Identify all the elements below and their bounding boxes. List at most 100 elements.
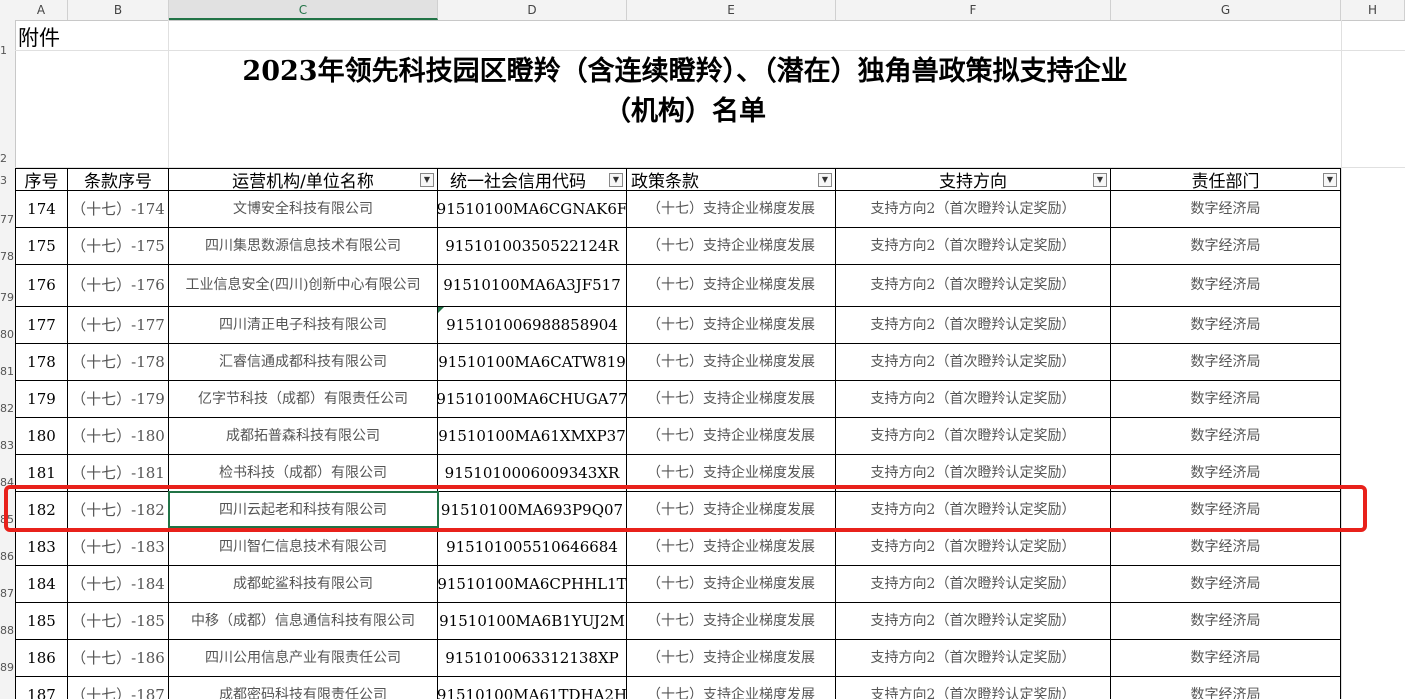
cell-org-name[interactable]: 中移（成都）信息通信科技有限公司 (169, 603, 438, 640)
column-header-g[interactable]: G (1111, 0, 1341, 20)
cell-department[interactable]: 数字经济局 (1111, 265, 1341, 307)
row-number[interactable]: 81 (0, 365, 15, 378)
column-header-c[interactable]: C (169, 0, 438, 20)
cell-credit-code[interactable]: 9151010063312138XP (438, 640, 627, 677)
cell-department[interactable]: 数字经济局 (1111, 418, 1341, 455)
cell-credit-code[interactable]: 91510100MA61XMXP37 (438, 418, 627, 455)
cell-department[interactable]: 数字经济局 (1111, 307, 1341, 344)
cell-policy-clause[interactable]: （十七）支持企业梯度发展 (627, 307, 836, 344)
cell-support-direction[interactable]: 支持方向2（首次瞪羚认定奖励） (836, 677, 1111, 699)
cell-clause-no[interactable]: （十七）-176 (68, 265, 169, 307)
header-policy-clause[interactable]: 政策条款 ▼ (627, 168, 836, 192)
cell-policy-clause[interactable]: （十七）支持企业梯度发展 (627, 228, 836, 265)
cell-support-direction[interactable]: 支持方向2（首次瞪羚认定奖励） (836, 529, 1111, 566)
cell-support-direction[interactable]: 支持方向2（首次瞪羚认定奖励） (836, 603, 1111, 640)
cell-support-direction[interactable]: 支持方向2（首次瞪羚认定奖励） (836, 228, 1111, 265)
cell-policy-clause[interactable]: （十七）支持企业梯度发展 (627, 603, 836, 640)
cell-policy-clause[interactable]: （十七）支持企业梯度发展 (627, 265, 836, 307)
row-number[interactable]: 89 (0, 661, 15, 674)
cell-clause-no[interactable]: （十七）-187 (68, 677, 169, 699)
cell-credit-code[interactable]: 91510100MA6CATW819 (438, 344, 627, 381)
cell-department[interactable]: 数字经济局 (1111, 603, 1341, 640)
cell-policy-clause[interactable]: （十七）支持企业梯度发展 (627, 344, 836, 381)
cell-org-name[interactable]: 成都蛇鲨科技有限公司 (169, 566, 438, 603)
column-header-a[interactable]: A (15, 0, 68, 20)
cell-policy-clause[interactable]: （十七）支持企业梯度发展 (627, 418, 836, 455)
cell-credit-code[interactable]: 915101006988858904 (438, 307, 627, 344)
cell-serial[interactable]: 185 (15, 603, 68, 640)
row-number[interactable]: 1 (0, 44, 15, 57)
cell-serial[interactable]: 175 (15, 228, 68, 265)
cell-department[interactable]: 数字经济局 (1111, 677, 1341, 699)
row-number[interactable]: 3 (0, 174, 15, 187)
cell-serial[interactable]: 184 (15, 566, 68, 603)
filter-dropdown-icon[interactable]: ▼ (1323, 173, 1337, 187)
row-number[interactable]: 79 (0, 291, 15, 304)
cell-department[interactable]: 数字经济局 (1111, 640, 1341, 677)
cell-support-direction[interactable]: 支持方向2（首次瞪羚认定奖励） (836, 191, 1111, 228)
header-serial[interactable]: 序号 (15, 168, 68, 192)
row-number[interactable]: 82 (0, 402, 15, 415)
cell-credit-code[interactable]: 915101003505221​24R (438, 228, 627, 265)
cell-credit-code[interactable]: 91510100MA61TDHA2H (438, 677, 627, 699)
cell-credit-code[interactable]: 91510100MA6CHUGA77 (438, 381, 627, 418)
spreadsheet[interactable]: A B C D E F G H 1 2 3 77 78 79 80 81 82 … (0, 0, 1405, 699)
row-number[interactable]: 77 (0, 213, 15, 226)
cell-credit-code[interactable]: 91510100MA6CGNAK6F (438, 191, 627, 228)
column-header-e[interactable]: E (627, 0, 836, 20)
filter-dropdown-icon[interactable]: ▼ (609, 173, 623, 187)
cell-org-name[interactable]: 文博安全科技有限公司 (169, 191, 438, 228)
cell-org-name[interactable]: 成都密码科技有限责任公司 (169, 677, 438, 699)
cell-policy-clause[interactable]: （十七）支持企业梯度发展 (627, 381, 836, 418)
cell-clause-no[interactable]: （十七）-175 (68, 228, 169, 265)
cell-org-name[interactable]: 四川智仁信息技术有限公司 (169, 529, 438, 566)
header-support-direction[interactable]: 支持方向 ▼ (836, 168, 1111, 192)
cell-serial[interactable]: 178 (15, 344, 68, 381)
cell-department[interactable]: 数字经济局 (1111, 529, 1341, 566)
filter-dropdown-icon[interactable]: ▼ (1093, 173, 1107, 187)
cell-serial[interactable]: 176 (15, 265, 68, 307)
cell-support-direction[interactable]: 支持方向2（首次瞪羚认定奖励） (836, 344, 1111, 381)
cell-org-name[interactable]: 工业信息安全(四川)创新中心有限公司 (169, 265, 438, 307)
cell-clause-no[interactable]: （十七）-179 (68, 381, 169, 418)
filter-dropdown-icon[interactable]: ▼ (818, 173, 832, 187)
cell-support-direction[interactable]: 支持方向2（首次瞪羚认定奖励） (836, 418, 1111, 455)
cell-serial[interactable]: 174 (15, 191, 68, 228)
cell-credit-code[interactable]: 91510100MA6B1YUJ2M (438, 603, 627, 640)
cell-serial[interactable]: 187 (15, 677, 68, 699)
header-credit-code[interactable]: 统一社会信用代码 ▼ (438, 168, 627, 192)
cell-serial[interactable]: 180 (15, 418, 68, 455)
cell-support-direction[interactable]: 支持方向2（首次瞪羚认定奖励） (836, 640, 1111, 677)
header-clause-no[interactable]: 条款序号 (68, 168, 169, 192)
column-header-d[interactable]: D (438, 0, 627, 20)
cell-department[interactable]: 数字经济局 (1111, 228, 1341, 265)
cell-clause-no[interactable]: （十七）-185 (68, 603, 169, 640)
cell-credit-code[interactable]: 915101005510646684 (438, 529, 627, 566)
cell-support-direction[interactable]: 支持方向2（首次瞪羚认定奖励） (836, 307, 1111, 344)
cell-org-name[interactable]: 亿字节科技（成都）有限责任公司 (169, 381, 438, 418)
cell-department[interactable]: 数字经济局 (1111, 566, 1341, 603)
cell-support-direction[interactable]: 支持方向2（首次瞪羚认定奖励） (836, 265, 1111, 307)
column-header-f[interactable]: F (836, 0, 1111, 20)
cell-serial[interactable]: 186 (15, 640, 68, 677)
row-number[interactable]: 78 (0, 250, 15, 263)
cell-org-name[interactable]: 四川公用信息产业有限责任公司 (169, 640, 438, 677)
cell-org-name[interactable]: 四川集思数源信息技术有限公司 (169, 228, 438, 265)
column-header-h[interactable]: H (1341, 0, 1405, 20)
cell-clause-no[interactable]: （十七）-180 (68, 418, 169, 455)
row-number[interactable]: 83 (0, 439, 15, 452)
row-number[interactable]: 88 (0, 624, 15, 637)
cell-policy-clause[interactable]: （十七）支持企业梯度发展 (627, 191, 836, 228)
cell-department[interactable]: 数字经济局 (1111, 381, 1341, 418)
cell-credit-code[interactable]: 91510100MA6A3JF517 (438, 265, 627, 307)
header-org-name[interactable]: 运营机构/单位名称 ▼ (169, 168, 438, 192)
row-number[interactable]: 87 (0, 587, 15, 600)
cell-org-name[interactable]: 成都拓普森科技有限公司 (169, 418, 438, 455)
cell-department[interactable]: 数字经济局 (1111, 344, 1341, 381)
filter-dropdown-icon[interactable]: ▼ (420, 173, 434, 187)
cell-policy-clause[interactable]: （十七）支持企业梯度发展 (627, 529, 836, 566)
cell-policy-clause[interactable]: （十七）支持企业梯度发展 (627, 677, 836, 699)
cell-department[interactable]: 数字经济局 (1111, 191, 1341, 228)
cell-clause-no[interactable]: （十七）-174 (68, 191, 169, 228)
header-department[interactable]: 责任部门 ▼ (1111, 168, 1341, 192)
